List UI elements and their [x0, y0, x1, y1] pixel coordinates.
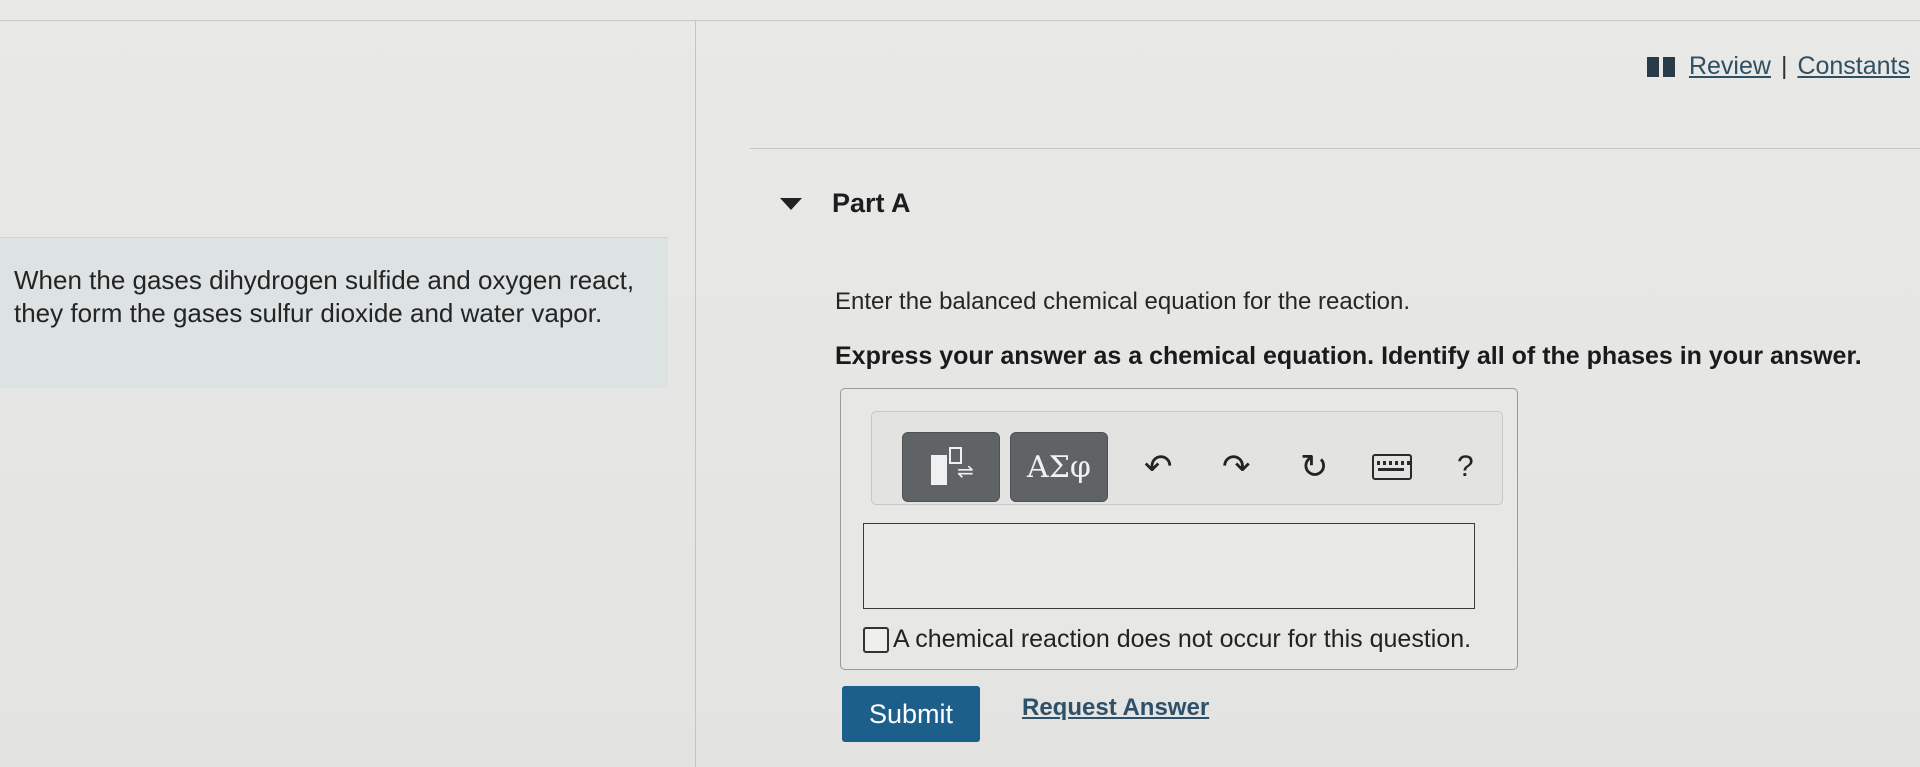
part-divider: [750, 148, 1920, 149]
keyboard-icon[interactable]: [1372, 454, 1412, 480]
no-reaction-option[interactable]: A chemical reaction does not occur for t…: [863, 625, 1471, 654]
submit-button[interactable]: Submit: [842, 686, 980, 742]
redo-icon[interactable]: ↷: [1222, 450, 1251, 484]
request-answer-link[interactable]: Request Answer: [1022, 694, 1209, 722]
answer-format-instruction: Express your answer as a chemical equati…: [835, 342, 1862, 370]
header-links: Review | Constants: [1646, 52, 1910, 81]
problem-text: When the gases dihydrogen sulfide and ox…: [14, 265, 635, 328]
no-reaction-checkbox[interactable]: [863, 626, 889, 653]
answer-box: ⇌ ΑΣφ ↶ ↷ ↻ ? A chemical reaction does n…: [840, 388, 1518, 670]
constants-link[interactable]: Constants: [1797, 52, 1910, 81]
review-link[interactable]: Review: [1689, 52, 1771, 81]
instruction-text: Enter the balanced chemical equation for…: [835, 288, 1411, 315]
collapse-caret-icon[interactable]: [780, 197, 802, 210]
undo-icon[interactable]: ↶: [1144, 450, 1173, 484]
greek-symbols-button[interactable]: ΑΣφ: [1010, 432, 1108, 502]
templates-button[interactable]: ⇌: [902, 432, 1000, 502]
problem-panel: When the gases dihydrogen sulfide and ox…: [0, 20, 696, 767]
equation-toolbar: ⇌ ΑΣφ ↶ ↷ ↻ ?: [871, 411, 1503, 505]
answer-input[interactable]: [863, 523, 1475, 609]
templates-icon: ⇌: [919, 445, 983, 489]
part-a-header[interactable]: Part A: [780, 188, 911, 219]
link-separator: |: [1780, 52, 1788, 80]
reset-icon[interactable]: ↻: [1300, 450, 1329, 484]
part-title: Part A: [832, 188, 911, 218]
help-icon[interactable]: ?: [1457, 450, 1474, 484]
problem-statement-box: When the gases dihydrogen sulfide and ox…: [0, 237, 668, 388]
no-reaction-label: A chemical reaction does not occur for t…: [893, 625, 1472, 653]
book-icon: [1646, 56, 1675, 77]
page: When the gases dihydrogen sulfide and ox…: [0, 0, 1920, 767]
